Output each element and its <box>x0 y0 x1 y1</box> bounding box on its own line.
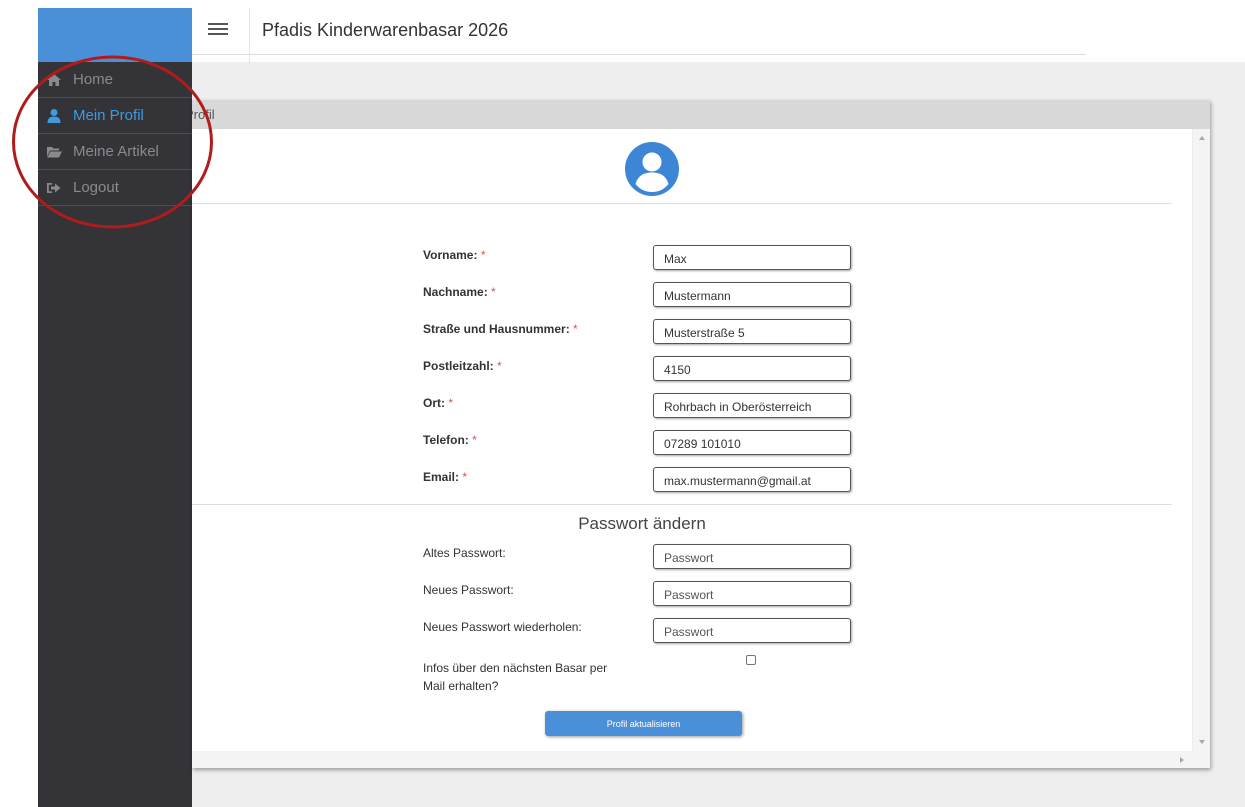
scroll-down-icon[interactable] <box>1199 740 1205 744</box>
nachname-input[interactable] <box>653 282 851 307</box>
telefon-input[interactable] <box>653 430 851 455</box>
scroll-up-icon[interactable] <box>1199 136 1205 140</box>
password-section-title: Passwort ändern <box>578 514 706 533</box>
label-postleitzahl: Postleitzahl: * <box>423 359 502 373</box>
neues-passwort-input[interactable] <box>653 581 851 606</box>
profil-aktualisieren-button[interactable]: Profil aktualisieren <box>545 711 742 736</box>
strasse-input[interactable] <box>653 319 851 344</box>
user-avatar-icon <box>625 142 679 196</box>
divider <box>192 504 1172 505</box>
app-window: Home Mein Profil Meine Artikel Logout Pf… <box>0 0 1245 807</box>
label-telefon: Telefon: * <box>423 433 477 447</box>
label-strasse: Straße und Hausnummer: * <box>423 322 578 336</box>
email-input[interactable] <box>653 467 851 492</box>
vorname-input[interactable] <box>653 245 851 270</box>
newsletter-checkbox[interactable] <box>746 655 756 665</box>
newsletter-label: Infos über den nächsten Basar per Mail e… <box>423 661 608 693</box>
postleitzahl-input[interactable] <box>653 356 851 381</box>
profile-panel: Profil Vorname: * Nachname: * Straße und… <box>192 100 1210 768</box>
vertical-scrollbar[interactable] <box>1192 129 1210 751</box>
neues-passwort-wiederholen-input[interactable] <box>653 618 851 643</box>
scroll-right-icon[interactable] <box>1180 757 1184 763</box>
label-neues-passwort: Neues Passwort: <box>423 583 514 597</box>
label-altes-passwort: Altes Passwort: <box>423 546 506 560</box>
label-neues-passwort-wiederholen: Neues Passwort wiederholen: <box>423 620 582 634</box>
label-ort: Ort: * <box>423 396 454 410</box>
divider <box>192 203 1172 204</box>
annotation-ellipse <box>12 55 213 229</box>
topbar-divider <box>249 8 250 63</box>
app-title: Pfadis Kinderwarenbasar 2026 <box>262 20 509 40</box>
label-vorname: Vorname: * <box>423 248 486 262</box>
altes-passwort-input[interactable] <box>653 544 851 569</box>
hamburger-menu-icon[interactable] <box>208 20 228 40</box>
panel-body: Vorname: * Nachname: * Straße und Hausnu… <box>192 129 1192 751</box>
label-email: Email: * <box>423 470 468 484</box>
label-nachname: Nachname: * <box>423 285 496 299</box>
top-bar: Pfadis Kinderwarenbasar 2026 <box>192 8 1086 63</box>
panel-header: Profil <box>192 100 1210 129</box>
ort-input[interactable] <box>653 393 851 418</box>
horizontal-scrollbar[interactable] <box>192 751 1210 768</box>
